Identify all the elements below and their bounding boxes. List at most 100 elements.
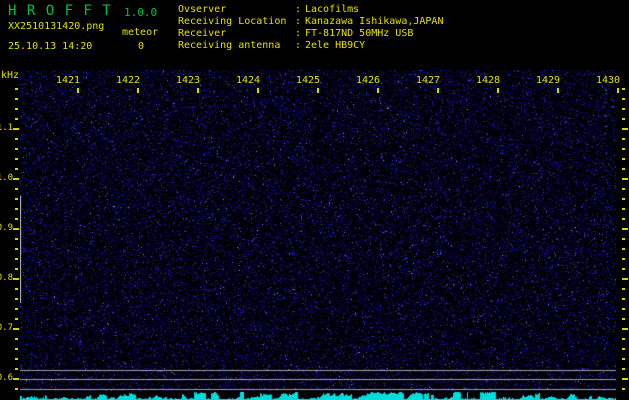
y-axis-tick-minor-right xyxy=(622,198,625,200)
y-axis-label: 1.0 xyxy=(0,173,13,183)
y-axis-tick-minor xyxy=(15,148,18,150)
app-title: H R O F F T xyxy=(8,3,112,19)
x-axis-tick xyxy=(377,88,379,93)
y-axis-label: 0.7 xyxy=(0,323,13,333)
y-axis-label: 0.8 xyxy=(0,273,13,283)
y-axis-tick-minor xyxy=(15,298,18,300)
y-axis-unit-label: kHz xyxy=(1,70,19,81)
y-axis-tick-minor xyxy=(15,188,18,190)
x-axis-label: 1422 xyxy=(115,75,141,86)
meteor-count: 0 xyxy=(138,41,144,52)
mode-label: meteor xyxy=(122,27,158,38)
hrofft-window: H R O F F T 1.0.0 XX2510131420.png meteo… xyxy=(0,0,629,400)
y-axis-tick-minor xyxy=(15,168,18,170)
y-axis-tick-major-right xyxy=(622,278,628,280)
y-axis-tick-minor-right xyxy=(622,158,625,160)
station-info-row: Ovserver:Lacofilms xyxy=(178,4,443,16)
y-axis-tick-minor-right xyxy=(622,138,625,140)
y-axis-tick-minor-right xyxy=(622,148,625,150)
y-axis-tick-minor xyxy=(15,348,18,350)
y-axis-tick-minor-right xyxy=(622,348,625,350)
x-axis-tick xyxy=(557,88,559,93)
y-axis-tick-minor-right xyxy=(622,268,625,270)
x-axis-label: 1426 xyxy=(355,75,381,86)
x-axis-label: 1425 xyxy=(295,75,321,86)
info-label: Ovserver xyxy=(178,4,295,16)
x-axis-label: 1429 xyxy=(535,75,561,86)
y-axis-tick-minor xyxy=(15,218,18,220)
y-axis-label: 0.9 xyxy=(0,223,13,233)
y-axis-tick-minor xyxy=(15,258,18,260)
y-axis-tick-minor xyxy=(15,238,18,240)
y-axis-tick-minor-right xyxy=(622,98,625,100)
y-axis-tick-major-right xyxy=(622,328,628,330)
info-separator: : xyxy=(295,16,305,28)
x-axis-tick xyxy=(617,88,619,93)
station-info-block: Ovserver:LacofilmsReceiving Location:Kan… xyxy=(178,4,443,52)
x-axis-tick xyxy=(257,88,259,93)
x-axis-label: 1421 xyxy=(55,75,81,86)
app-version: 1.0.0 xyxy=(124,6,157,19)
y-axis-tick-minor xyxy=(15,358,18,360)
y-axis-tick-major-right xyxy=(622,128,628,130)
y-axis-tick-major xyxy=(13,228,19,230)
x-axis-tick xyxy=(77,88,79,93)
y-axis-tick-minor-right xyxy=(622,248,625,250)
y-axis-tick-minor xyxy=(15,158,18,160)
info-label: Receiving Location xyxy=(178,16,295,28)
y-axis-tick-major-right xyxy=(622,378,628,380)
x-axis-tick xyxy=(437,88,439,93)
y-axis-tick-minor xyxy=(15,138,18,140)
y-axis-tick-minor xyxy=(15,318,18,320)
y-axis-label: 0.6 xyxy=(0,373,13,383)
info-separator: : xyxy=(295,40,305,52)
y-axis-tick-minor-right xyxy=(622,318,625,320)
y-axis-tick-minor xyxy=(15,288,18,290)
y-axis-tick-minor xyxy=(15,118,18,120)
y-axis-tick-minor xyxy=(15,338,18,340)
station-info-row: Receiving Location:Kanazawa Ishikawa,JAP… xyxy=(178,16,443,28)
y-axis-tick-minor xyxy=(15,198,18,200)
info-value: Kanazawa Ishikawa,JAPAN xyxy=(305,16,443,27)
y-axis-tick-minor-right xyxy=(622,108,625,110)
y-axis-tick-major-right xyxy=(622,178,628,180)
y-axis-tick-minor xyxy=(15,108,18,110)
y-axis-tick-major xyxy=(13,128,19,130)
x-axis-tick xyxy=(317,88,319,93)
x-axis-tick xyxy=(197,88,199,93)
y-axis-tick-minor-right xyxy=(622,308,625,310)
y-axis-tick-minor-right xyxy=(622,388,625,390)
x-axis-label: 1430 xyxy=(595,75,621,86)
y-axis-tick-minor-right xyxy=(622,188,625,190)
station-info-row: Receiver:FT-817ND 50MHz USB xyxy=(178,28,443,40)
y-axis-tick-minor xyxy=(15,368,18,370)
output-filename: XX2510131420.png xyxy=(8,21,104,32)
y-axis-tick-minor xyxy=(15,388,18,390)
y-axis-tick-minor xyxy=(15,88,18,90)
y-axis-tick-minor-right xyxy=(622,168,625,170)
y-axis-tick-minor-right xyxy=(622,88,625,90)
y-axis-tick-major xyxy=(13,178,19,180)
y-axis-tick-minor-right xyxy=(622,218,625,220)
y-axis-tick-minor-right xyxy=(622,118,625,120)
y-axis-tick-major xyxy=(13,328,19,330)
x-axis-label: 1424 xyxy=(235,75,261,86)
y-axis-tick-minor-right xyxy=(622,208,625,210)
spectrogram-canvas xyxy=(20,70,616,400)
y-axis-tick-minor-right xyxy=(622,338,625,340)
y-axis-tick-major xyxy=(13,378,19,380)
station-info-row: Receiving antenna:2ele HB9CY xyxy=(178,40,443,52)
info-value: FT-817ND 50MHz USB xyxy=(305,28,413,39)
x-axis-label: 1428 xyxy=(475,75,501,86)
y-axis-tick-major-right xyxy=(622,228,628,230)
x-axis-tick xyxy=(497,88,499,93)
info-value: Lacofilms xyxy=(305,4,359,15)
y-axis-tick-minor xyxy=(15,308,18,310)
y-axis-tick-minor-right xyxy=(622,288,625,290)
y-axis-tick-minor xyxy=(15,208,18,210)
info-separator: : xyxy=(295,4,305,16)
y-axis-tick-minor-right xyxy=(622,238,625,240)
x-axis-label: 1423 xyxy=(175,75,201,86)
y-axis-tick-minor-right xyxy=(622,368,625,370)
info-separator: : xyxy=(295,28,305,40)
